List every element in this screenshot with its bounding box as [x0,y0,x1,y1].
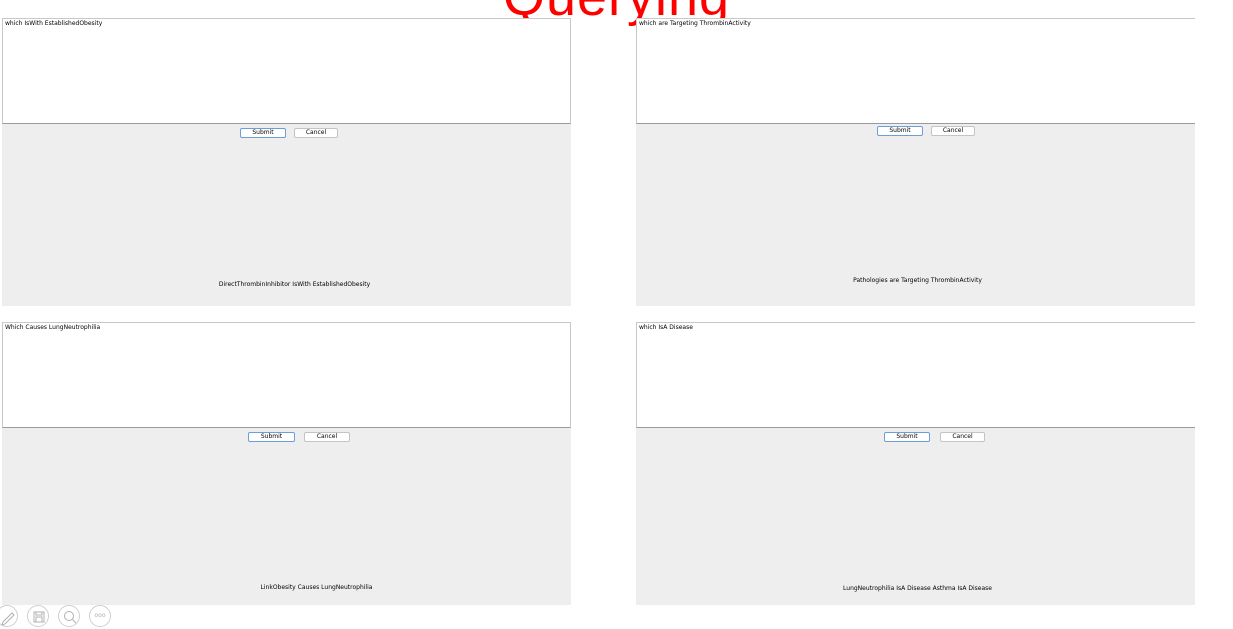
cancel-button[interactable]: Cancel [940,432,985,442]
query-text: Which Causes LungNeutrophilia [5,324,101,331]
submit-button[interactable]: Submit [248,432,295,442]
result-area: Submit Cancel LungNeutrophilia IsA Disea… [636,428,1195,605]
cancel-button[interactable]: Cancel [304,432,350,442]
result-area: Submit Cancel Pathologies are Targeting … [636,124,1195,306]
query-input[interactable]: which IsWith EstablishedObesity [2,18,571,124]
query-panel-1: which IsWith EstablishedObesity Submit C… [2,18,571,306]
query-text: which are Targeting ThrombinActivity [639,20,751,27]
cancel-button[interactable]: Cancel [294,128,338,138]
submit-button[interactable]: Submit [884,432,930,442]
query-text: which IsA Disease [639,324,693,331]
more-icon: ooo [94,612,106,619]
query-panel-4: which IsA Disease Submit Cancel LungNeut… [636,322,1195,605]
query-input[interactable]: which IsA Disease [636,322,1195,428]
pen-icon [1,612,15,626]
result-area: Submit Cancel DirectThrombinInhibitor Is… [2,124,571,306]
query-input[interactable]: which are Targeting ThrombinActivity [636,18,1195,124]
zoom-icon [64,611,77,624]
result-text: LungNeutrophilia IsA Disease Asthma IsA … [843,585,992,592]
result-text: DirectThrombinInhibitor IsWith Establish… [218,281,371,288]
query-panel-3: Which Causes LungNeutrophilia Submit Can… [2,322,571,605]
save-icon [33,611,45,623]
submit-button[interactable]: Submit [877,126,923,136]
result-text: Pathologies are Targeting ThrombinActivi… [853,277,982,284]
query-input[interactable]: Which Causes LungNeutrophilia [2,322,571,428]
result-text: LinkObesity Causes LungNeutrophilia [260,584,373,591]
result-area: Submit Cancel LinkObesity Causes LungNeu… [2,428,571,605]
query-panel-2: which are Targeting ThrombinActivity Sub… [636,18,1195,306]
cancel-button[interactable]: Cancel [931,126,975,136]
query-text: which IsWith EstablishedObesity [5,20,103,27]
submit-button[interactable]: Submit [240,128,286,138]
